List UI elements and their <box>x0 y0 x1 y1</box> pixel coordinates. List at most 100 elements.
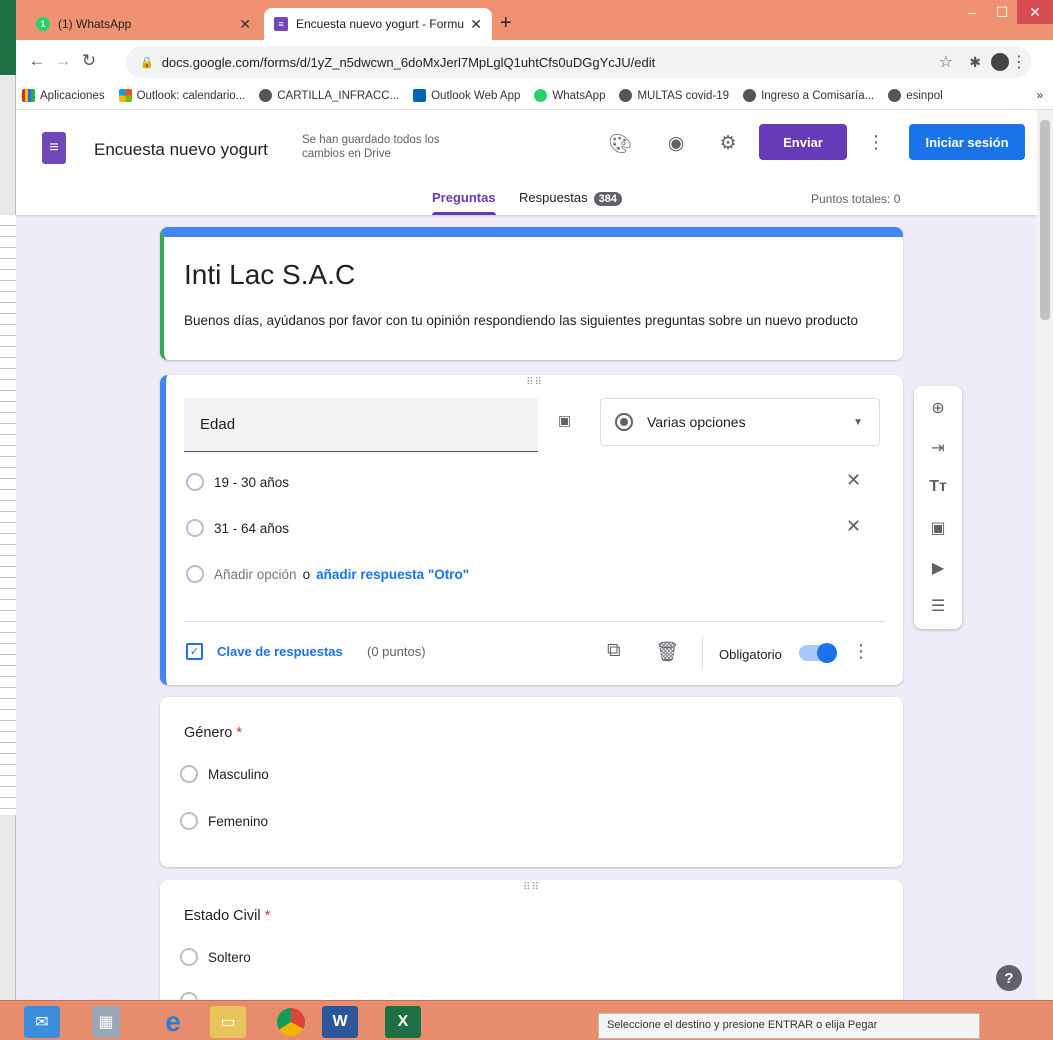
option-item[interactable]: 31 - 64 años <box>186 519 289 537</box>
delete-icon[interactable]: 🗑︎ <box>655 640 679 664</box>
tab-google-forms[interactable]: ≡ Encuesta nuevo yogurt - Formula ✕ <box>264 8 492 40</box>
forms-logo-icon[interactable]: ≡ <box>42 132 66 164</box>
question-card-edad[interactable]: ⠿⠿ Edad ▣ Varias opciones ▼ 19 - 30 años… <box>160 375 903 685</box>
close-tab-icon[interactable]: ✕ <box>470 16 482 33</box>
add-image-icon[interactable]: ▣ <box>558 412 571 429</box>
remove-option-icon[interactable]: ✕ <box>846 470 861 491</box>
profile-avatar-icon[interactable] <box>991 53 1009 71</box>
forms-tabs: Preguntas Respuestas 384 Puntos totales: … <box>16 182 1037 215</box>
add-other-link[interactable]: añadir respuesta "Otro" <box>316 567 469 582</box>
question-card-genero[interactable]: Género * Masculino Femenino <box>160 697 903 867</box>
excel-ribbon-edge <box>0 0 16 75</box>
excel-grid-edge <box>0 215 16 815</box>
bookmark-multas[interactable]: MULTAS covid-19 <box>619 89 729 102</box>
close-window-icon[interactable]: ✕ <box>1017 0 1053 24</box>
back-icon[interactable]: ← <box>24 51 50 71</box>
option-item: Femenino <box>180 812 268 830</box>
sign-in-button[interactable]: Iniciar sesión <box>909 124 1025 160</box>
close-tab-icon[interactable]: ✕ <box>239 16 251 33</box>
bookmark-whatsapp[interactable]: WhatsApp <box>534 89 605 102</box>
add-title-icon[interactable]: Tт <box>914 478 962 496</box>
option-label: Soltero <box>208 949 251 965</box>
drag-handle-icon[interactable]: ⠿⠿ <box>523 882 540 893</box>
settings-gear-icon[interactable]: ⚙ <box>715 132 741 155</box>
form-description[interactable]: Buenos días, ayúdanos por favor con tu o… <box>184 313 858 328</box>
document-title[interactable]: Encuesta nuevo yogurt <box>94 140 268 160</box>
option-label[interactable]: 19 - 30 años <box>214 475 289 490</box>
bookmarks-overflow[interactable]: » <box>1037 90 1043 102</box>
bookmark-comisaria[interactable]: Ingreso a Comisaría... <box>743 89 874 102</box>
extensions-icon[interactable]: ✱ <box>969 54 981 71</box>
form-title[interactable]: Inti Lac S.A.C <box>184 259 355 291</box>
scrollbar-thumb[interactable] <box>1040 120 1050 320</box>
option-label[interactable]: 31 - 64 años <box>214 521 289 536</box>
bookmark-esinpol[interactable]: esinpol <box>888 89 943 102</box>
window-controls: – ☐ ✕ <box>957 0 1053 24</box>
radio-icon <box>186 565 204 583</box>
bookmark-outlook-web[interactable]: Outlook Web App <box>413 89 520 102</box>
add-option-row: Añadir opción o añadir respuesta "Otro" <box>186 565 469 583</box>
bookmark-apps[interactable]: Aplicaciones <box>22 89 105 102</box>
question-title: Estado Civil * <box>184 908 270 924</box>
preview-eye-icon[interactable]: ◉ <box>663 132 689 155</box>
calculator-app-icon[interactable]: ▦ <box>92 1006 120 1038</box>
question-type-select[interactable]: Varias opciones ▼ <box>600 398 880 446</box>
add-section-icon[interactable]: ☰ <box>914 596 962 616</box>
tab-whatsapp[interactable]: 1 (1) WhatsApp ✕ <box>26 8 261 40</box>
question-card-estado-civil[interactable]: ⠿⠿ Estado Civil * Soltero <box>160 880 903 1000</box>
help-icon[interactable]: ? <box>996 965 1022 991</box>
radio-icon <box>180 765 198 783</box>
add-question-icon[interactable]: ⊕ <box>914 398 962 418</box>
address-bar[interactable]: 🔒 docs.google.com/forms/d/1yZ_n5dwcwn_6d… <box>126 46 1031 78</box>
maximize-icon[interactable]: ☐ <box>987 0 1017 24</box>
required-asterisk: * <box>236 725 243 741</box>
question-title-input[interactable]: Edad <box>184 398 538 452</box>
points-label: (0 puntos) <box>367 644 426 659</box>
word-app-icon[interactable]: W <box>322 1006 358 1038</box>
excel-app-icon[interactable]: X <box>385 1006 421 1038</box>
globe-icon <box>743 89 757 102</box>
more-options-icon[interactable]: ⋮ <box>867 132 885 153</box>
forms-editor-page: ≡ Encuesta nuevo yogurt Se han guardado … <box>16 110 1037 1000</box>
bookmark-label: Ingreso a Comisaría... <box>761 89 875 102</box>
add-image-icon[interactable]: ▣ <box>914 518 962 538</box>
browser-toolbar: ← → ↻ 🔒 docs.google.com/forms/d/1yZ_n5dw… <box>16 40 1053 82</box>
radio-type-icon <box>615 413 633 431</box>
duplicate-icon[interactable]: ⧉ <box>607 640 621 662</box>
bookmark-label: Outlook Web App <box>431 89 521 102</box>
total-points: Puntos totales: 0 <box>811 192 901 206</box>
bookmark-outlook-calendar[interactable]: Outlook: calendario... <box>118 89 246 102</box>
bookmark-cartilla[interactable]: CARTILLA_INFRACC... <box>259 89 399 102</box>
file-explorer-icon[interactable]: ▭ <box>210 1006 246 1038</box>
reload-icon[interactable]: ↻ <box>76 51 102 71</box>
answer-key-button[interactable]: ✓ Clave de respuestas <box>186 643 343 660</box>
remove-option-icon[interactable]: ✕ <box>846 516 861 537</box>
add-video-icon[interactable]: ▶ <box>914 558 962 578</box>
tab-responses-label: Respuestas <box>519 190 588 205</box>
tab-questions[interactable]: Preguntas <box>432 190 496 215</box>
divider <box>702 637 703 669</box>
form-title-card[interactable]: Inti Lac S.A.C Buenos días, ayúdanos por… <box>160 227 903 360</box>
chrome-app-icon[interactable] <box>268 1006 314 1038</box>
bookmark-label: Outlook: calendario... <box>136 89 246 102</box>
new-tab-button[interactable]: + <box>500 12 512 35</box>
required-toggle[interactable] <box>799 643 837 663</box>
question-more-icon[interactable]: ⋮ <box>852 641 870 662</box>
import-questions-icon[interactable]: ⇥ <box>914 438 962 458</box>
forward-icon[interactable]: → <box>50 51 76 71</box>
palette-icon[interactable]: 🎨︎ <box>607 132 633 156</box>
drag-handle-icon[interactable]: ⠿⠿ <box>526 377 543 388</box>
option-item: Soltero <box>180 948 251 966</box>
outlook-app-icon[interactable]: ✉ <box>24 1006 60 1038</box>
page-scrollbar[interactable] <box>1037 110 1053 1000</box>
dropdown-arrow-icon: ▼ <box>853 416 863 428</box>
internet-explorer-icon[interactable]: e <box>150 1006 196 1038</box>
send-button[interactable]: Enviar <box>759 124 847 160</box>
browser-menu-icon[interactable]: ⋮ <box>1011 52 1027 72</box>
option-item[interactable]: 19 - 30 años <box>186 473 289 491</box>
add-option-link[interactable]: Añadir opción <box>214 567 297 582</box>
minimize-icon[interactable]: – <box>957 0 987 24</box>
tab-responses[interactable]: Respuestas 384 <box>519 190 623 206</box>
whatsapp-icon <box>534 89 548 102</box>
bookmark-star-icon[interactable]: ☆ <box>939 52 953 72</box>
